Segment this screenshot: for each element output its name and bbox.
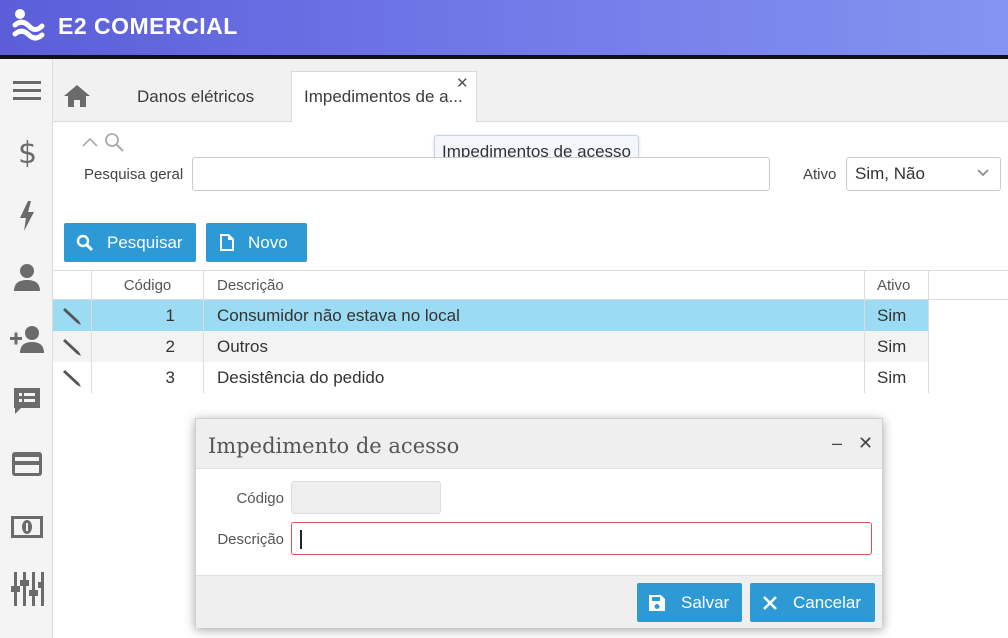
pencil-icon bbox=[63, 369, 81, 387]
ativo-filter-value: Sim, Não bbox=[855, 164, 925, 183]
cell-ativo: Sim bbox=[864, 300, 929, 331]
impedimento-modal: Impedimento de acesso – ✕ Código Descriç… bbox=[195, 418, 883, 628]
sidebar-item-energia[interactable] bbox=[0, 191, 53, 241]
sidebar-item-menu[interactable] bbox=[0, 66, 53, 116]
search-button-label: Pesquisar bbox=[107, 232, 183, 252]
tabs-bar: Danos elétricos Impedimentos de a... ✕ bbox=[53, 59, 1008, 122]
sidebar-item-configuracoes[interactable] bbox=[0, 564, 53, 614]
tab-impedimentos-de-acesso[interactable]: Impedimentos de a... bbox=[291, 71, 477, 122]
add-user-icon bbox=[9, 326, 44, 353]
new-document-icon bbox=[220, 234, 234, 251]
codigo-field bbox=[291, 481, 441, 514]
tab-label: Danos elétricos bbox=[137, 86, 255, 106]
ativo-filter-select[interactable]: Sim, Não bbox=[846, 157, 1001, 191]
save-button-label: Salvar bbox=[681, 592, 730, 612]
edit-row-button[interactable] bbox=[53, 331, 91, 362]
cancel-button[interactable]: Cancelar bbox=[750, 583, 875, 622]
lightning-icon bbox=[19, 201, 34, 231]
edit-row-button[interactable] bbox=[53, 362, 91, 393]
logo-icon bbox=[12, 8, 48, 44]
sliders-icon bbox=[10, 572, 44, 606]
sidebar-item-financeiro[interactable]: $ bbox=[0, 127, 53, 177]
header-codigo[interactable]: Código bbox=[91, 271, 203, 299]
search-label: Pesquisa geral bbox=[84, 166, 184, 183]
table-row[interactable]: 3 Desistência do pedido Sim bbox=[53, 362, 929, 393]
edit-row-button[interactable] bbox=[53, 300, 91, 331]
modal-footer: Salvar Cancelar bbox=[196, 575, 882, 628]
cell-descricao: Consumidor não estava no local bbox=[203, 300, 864, 331]
cell-ativo: Sim bbox=[864, 331, 929, 362]
save-button[interactable]: Salvar bbox=[637, 583, 742, 622]
table-header: Código Descrição Ativo bbox=[53, 270, 1008, 300]
new-button-label: Novo bbox=[248, 232, 288, 252]
ativo-filter-label: Ativo bbox=[803, 166, 837, 183]
cell-codigo: 2 bbox=[91, 331, 203, 362]
close-icon[interactable]: ✕ bbox=[858, 433, 873, 454]
chat-icon bbox=[13, 388, 40, 414]
cancel-button-label: Cancelar bbox=[793, 592, 862, 612]
save-icon bbox=[649, 594, 665, 611]
sidebar-item-usuario[interactable] bbox=[0, 252, 53, 302]
close-icon bbox=[763, 595, 777, 610]
tab-danos-eletricos[interactable]: Danos elétricos bbox=[125, 71, 266, 122]
descricao-label: Descrição bbox=[217, 531, 284, 548]
search-panel-toggle[interactable] bbox=[82, 132, 124, 152]
pencil-icon bbox=[63, 307, 81, 325]
sidebar-item-adicionar-usuario[interactable] bbox=[0, 314, 53, 364]
cell-codigo: 3 bbox=[91, 362, 203, 393]
app-logo[interactable]: E2 COMERCIAL bbox=[12, 8, 238, 44]
table-row[interactable]: 1 Consumidor não estava no local Sim bbox=[53, 300, 929, 331]
cell-descricao: Desistência do pedido bbox=[203, 362, 864, 393]
modal-title: Impedimento de acesso bbox=[208, 434, 460, 458]
menu-icon bbox=[12, 81, 41, 100]
svg-text:$: $ bbox=[18, 137, 37, 167]
header-ativo[interactable]: Ativo bbox=[864, 271, 929, 299]
descricao-field[interactable] bbox=[291, 522, 872, 555]
cell-codigo: 1 bbox=[91, 300, 203, 331]
chevron-down-icon bbox=[977, 169, 989, 177]
search-input[interactable] bbox=[192, 157, 770, 191]
home-icon bbox=[64, 85, 90, 107]
tab-home[interactable] bbox=[53, 72, 101, 120]
new-button[interactable]: Novo bbox=[206, 223, 307, 262]
search-icon bbox=[76, 234, 93, 251]
sidebar-item-cartao[interactable] bbox=[0, 439, 53, 489]
codigo-label: Código bbox=[236, 490, 284, 507]
app-title: E2 COMERCIAL bbox=[58, 12, 238, 39]
tab-close-icon[interactable]: ✕ bbox=[456, 74, 469, 92]
user-icon bbox=[13, 264, 40, 291]
table-row[interactable]: 2 Outros Sim bbox=[53, 331, 929, 362]
pencil-icon bbox=[63, 338, 81, 356]
search-icon bbox=[105, 133, 124, 152]
dollar-icon: $ bbox=[18, 137, 37, 167]
search-button[interactable]: Pesquisar bbox=[64, 223, 196, 262]
top-bar: E2 COMERCIAL bbox=[0, 0, 1008, 55]
results-table: Código Descrição Ativo 1 Consumidor não … bbox=[53, 270, 1008, 393]
text-cursor bbox=[300, 530, 302, 549]
sidebar-item-dinheiro[interactable] bbox=[0, 502, 53, 552]
modal-header[interactable]: Impedimento de acesso – ✕ bbox=[196, 419, 882, 469]
money-icon bbox=[10, 516, 43, 538]
credit-card-icon bbox=[11, 452, 42, 476]
cell-descricao: Outros bbox=[203, 331, 864, 362]
header-descricao[interactable]: Descrição bbox=[203, 271, 864, 299]
sidebar: $ bbox=[0, 59, 53, 638]
sidebar-item-mensagens[interactable] bbox=[0, 376, 53, 426]
tab-label: Impedimentos de a... bbox=[304, 87, 463, 106]
header-edit bbox=[53, 271, 91, 299]
cell-ativo: Sim bbox=[864, 362, 929, 393]
minimize-icon[interactable]: – bbox=[832, 433, 842, 454]
chevron-up-icon bbox=[82, 137, 98, 147]
